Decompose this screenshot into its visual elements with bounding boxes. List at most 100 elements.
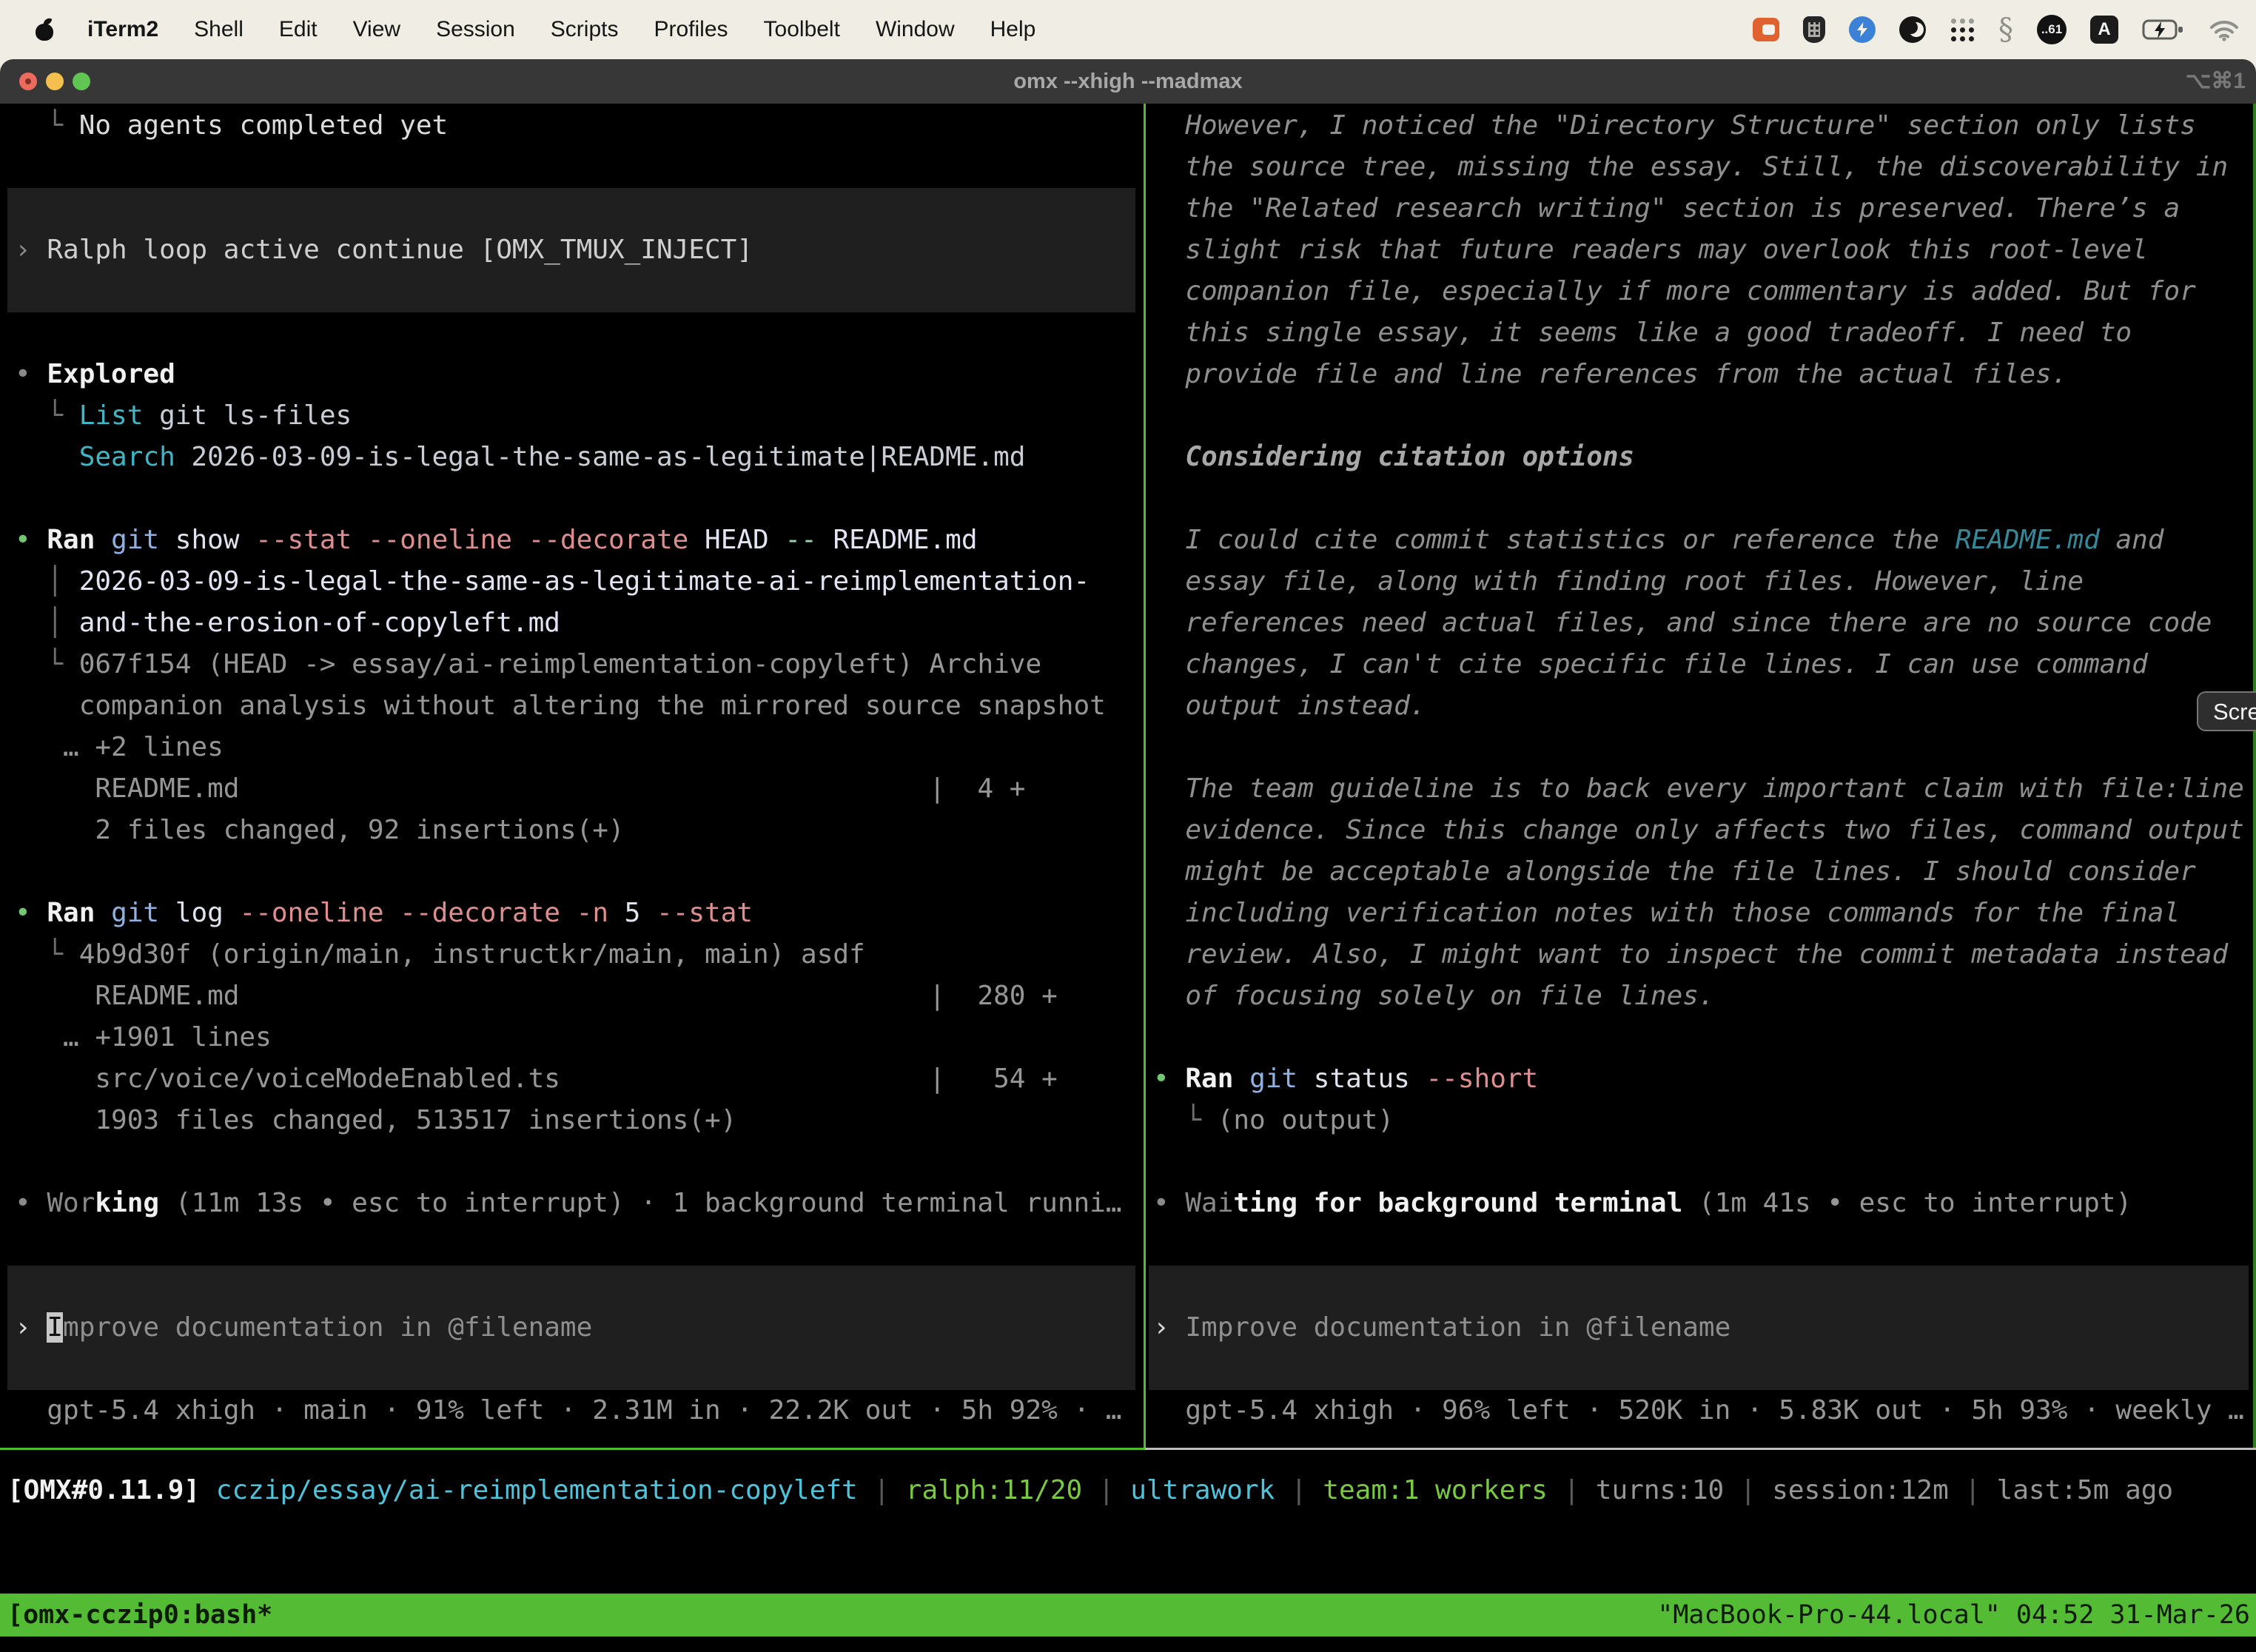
prompt-line[interactable]: › Improve documentation in @filename — [1153, 1307, 1730, 1349]
text-segment: evidence. Since this change only affects… — [1153, 815, 2244, 845]
text-segment: … +2 lines — [15, 732, 224, 762]
stat-readme-line: README.md | 4 + — [15, 768, 1025, 810]
sync-badge-icon[interactable] — [1849, 16, 1876, 43]
reasoning-line: the "Related research writing" section i… — [1153, 188, 2180, 229]
text-segment: 2 files changed, 92 insertions(+) — [15, 815, 625, 845]
text-segment: and — [2100, 525, 2164, 555]
text-segment: git — [1249, 1064, 1297, 1094]
menu-item-toolbelt[interactable]: Toolbelt — [746, 17, 858, 42]
badge-61-label: ..61 — [2041, 22, 2062, 37]
stat-summary-line-1: 2 files changed, 92 insertions(+) — [15, 810, 625, 851]
text-segment: The team guideline is to back every impo… — [1153, 773, 2244, 804]
text-segment: (1m 41s • esc to interrupt) — [1682, 1188, 2132, 1218]
text-segment: Search — [79, 442, 175, 472]
screen-record-icon[interactable] — [1753, 18, 1779, 41]
menu-item-window[interactable]: Window — [858, 17, 973, 42]
text-segment: ultrawork — [1130, 1475, 1275, 1505]
text-segment: --short — [1426, 1064, 1539, 1094]
text-segment — [95, 898, 111, 928]
text-segment — [817, 525, 833, 555]
reasoning-line: output instead. — [1153, 685, 1426, 727]
text-segment: | — [858, 1475, 906, 1505]
text-segment: Wor — [47, 1188, 95, 1218]
text-segment: 067f154 (HEAD -> essay/ai-reimplementati… — [79, 649, 1041, 679]
text-segment: 1903 files changed, 513517 insertions(+) — [15, 1105, 736, 1135]
text-segment: [OMX#0.11.9] — [7, 1475, 200, 1505]
text-segment: mprove documentation in @filename — [63, 1312, 592, 1343]
text-segment: session:12m — [1772, 1475, 1948, 1505]
text-segment — [1233, 1064, 1249, 1094]
reasoning-header: Considering citation options — [1153, 437, 1634, 478]
menu-bar: iTerm2ShellEditViewSessionScriptsProfile… — [0, 0, 2256, 59]
text-segment: Ralph loop active continue [OMX_TMUX_INJ… — [47, 235, 753, 265]
battery-charging-icon[interactable] — [2142, 19, 2185, 41]
text-segment: I could cite commit statistics or refere… — [1153, 525, 1955, 555]
text-segment — [15, 442, 79, 472]
text-segment: provide file and line references from th… — [1153, 359, 2067, 389]
text-cursor: I — [47, 1312, 63, 1343]
reasoning-line: references need actual files, and since … — [1153, 602, 2212, 644]
text-segment: › — [15, 1312, 47, 1343]
input-source-label: A — [2098, 19, 2110, 40]
waiting-status-line: • Waiting for background terminal (1m 41… — [1153, 1183, 2132, 1224]
menu-item-session[interactable]: Session — [418, 17, 533, 42]
text-segment: Ran — [47, 525, 95, 555]
text-segment: | 280 + — [929, 981, 1057, 1011]
prompt-line[interactable]: › Improve documentation in @filename — [15, 1307, 592, 1349]
apple-menu-icon[interactable] — [36, 19, 55, 41]
text-segment: › — [15, 235, 47, 265]
menu-item-iterm2[interactable]: iTerm2 — [87, 17, 176, 42]
explored-search-line: Search 2026-03-09-is-legal-the-same-as-l… — [15, 437, 1025, 478]
commit-msg-line-1: │ 2026-03-09-is-legal-the-same-as-legiti… — [15, 561, 1090, 602]
text-segment: › — [1153, 1312, 1185, 1343]
menu-item-shell[interactable]: Shell — [176, 17, 261, 42]
text-segment: Improve documentation in @filename — [1185, 1312, 1730, 1343]
text-segment — [239, 773, 929, 804]
hook-icon[interactable]: § — [1998, 16, 2013, 43]
reasoning-line: including verification notes with those … — [1153, 893, 2180, 934]
reasoning-line: The team guideline is to back every impo… — [1153, 768, 2244, 810]
text-segment: README.md — [833, 525, 977, 555]
text-segment: slight risk that future readers may over… — [1153, 235, 2148, 265]
window-shortcut-hint: ⌥⌘1 — [2186, 59, 2246, 104]
text-segment: ting for background terminal — [1233, 1188, 1682, 1218]
working-status-line: • Working (11m 13s • esc to interrupt) ·… — [15, 1183, 1122, 1224]
menu-item-view[interactable]: View — [335, 17, 418, 42]
reasoning-line: this single essay, it seems like a good … — [1153, 312, 2132, 354]
menu-item-profiles[interactable]: Profiles — [636, 17, 745, 42]
badge-61-icon[interactable]: ..61 — [2037, 15, 2067, 44]
text-segment: └ — [15, 400, 79, 431]
text-segment: last:5m ago — [1997, 1475, 2173, 1505]
menu-item-scripts[interactable]: Scripts — [533, 17, 637, 42]
shield-grid — [1808, 22, 1820, 37]
text-segment: README.md — [15, 773, 239, 804]
wifi-icon[interactable] — [2209, 18, 2240, 41]
apple-logo-body — [36, 24, 53, 41]
text-segment: this single essay, it seems like a good … — [1153, 318, 2132, 348]
text-segment: … +1901 lines — [15, 1022, 272, 1052]
left-pane-bottom-border — [0, 1448, 1145, 1450]
menu-item-edit[interactable]: Edit — [261, 17, 335, 42]
model-status-line: gpt-5.4 xhigh · main · 91% left · 2.31M … — [15, 1390, 1122, 1431]
input-source-a-icon[interactable]: A — [2090, 16, 2118, 44]
text-segment: essay file, along with finding root file… — [1153, 566, 2084, 597]
reasoning-line: might be acceptable alongside the file l… — [1153, 851, 2196, 893]
text-segment: 5 — [625, 898, 657, 928]
text-segment: Explored — [47, 359, 175, 389]
text-segment: src/voice/voiceModeEnabled.ts — [15, 1064, 560, 1094]
ran-git-show-line: • Ran git show --stat --oneline --decora… — [15, 520, 978, 561]
menu-item-help[interactable]: Help — [973, 17, 1054, 42]
reasoning-line: provide file and line references from th… — [1153, 354, 2067, 395]
moon-circle-icon[interactable] — [1899, 16, 1926, 43]
shield-icon[interactable] — [1803, 16, 1825, 43]
pane-divider[interactable] — [1144, 104, 1146, 1448]
text-segment: team:1 workers — [1323, 1475, 1547, 1505]
reasoning-line: evidence. Since this change only affects… — [1153, 810, 2244, 851]
text-segment: • — [15, 1188, 47, 1218]
text-segment: might be acceptable alongside the file l… — [1153, 856, 2196, 887]
reasoning-line: essay file, along with finding root file… — [1153, 561, 2084, 602]
text-segment: turns:10 — [1596, 1475, 1724, 1505]
text-segment: | — [1949, 1475, 1997, 1505]
text-segment: └ — [1153, 1105, 1218, 1135]
dots-grid-icon[interactable] — [1950, 17, 1975, 42]
